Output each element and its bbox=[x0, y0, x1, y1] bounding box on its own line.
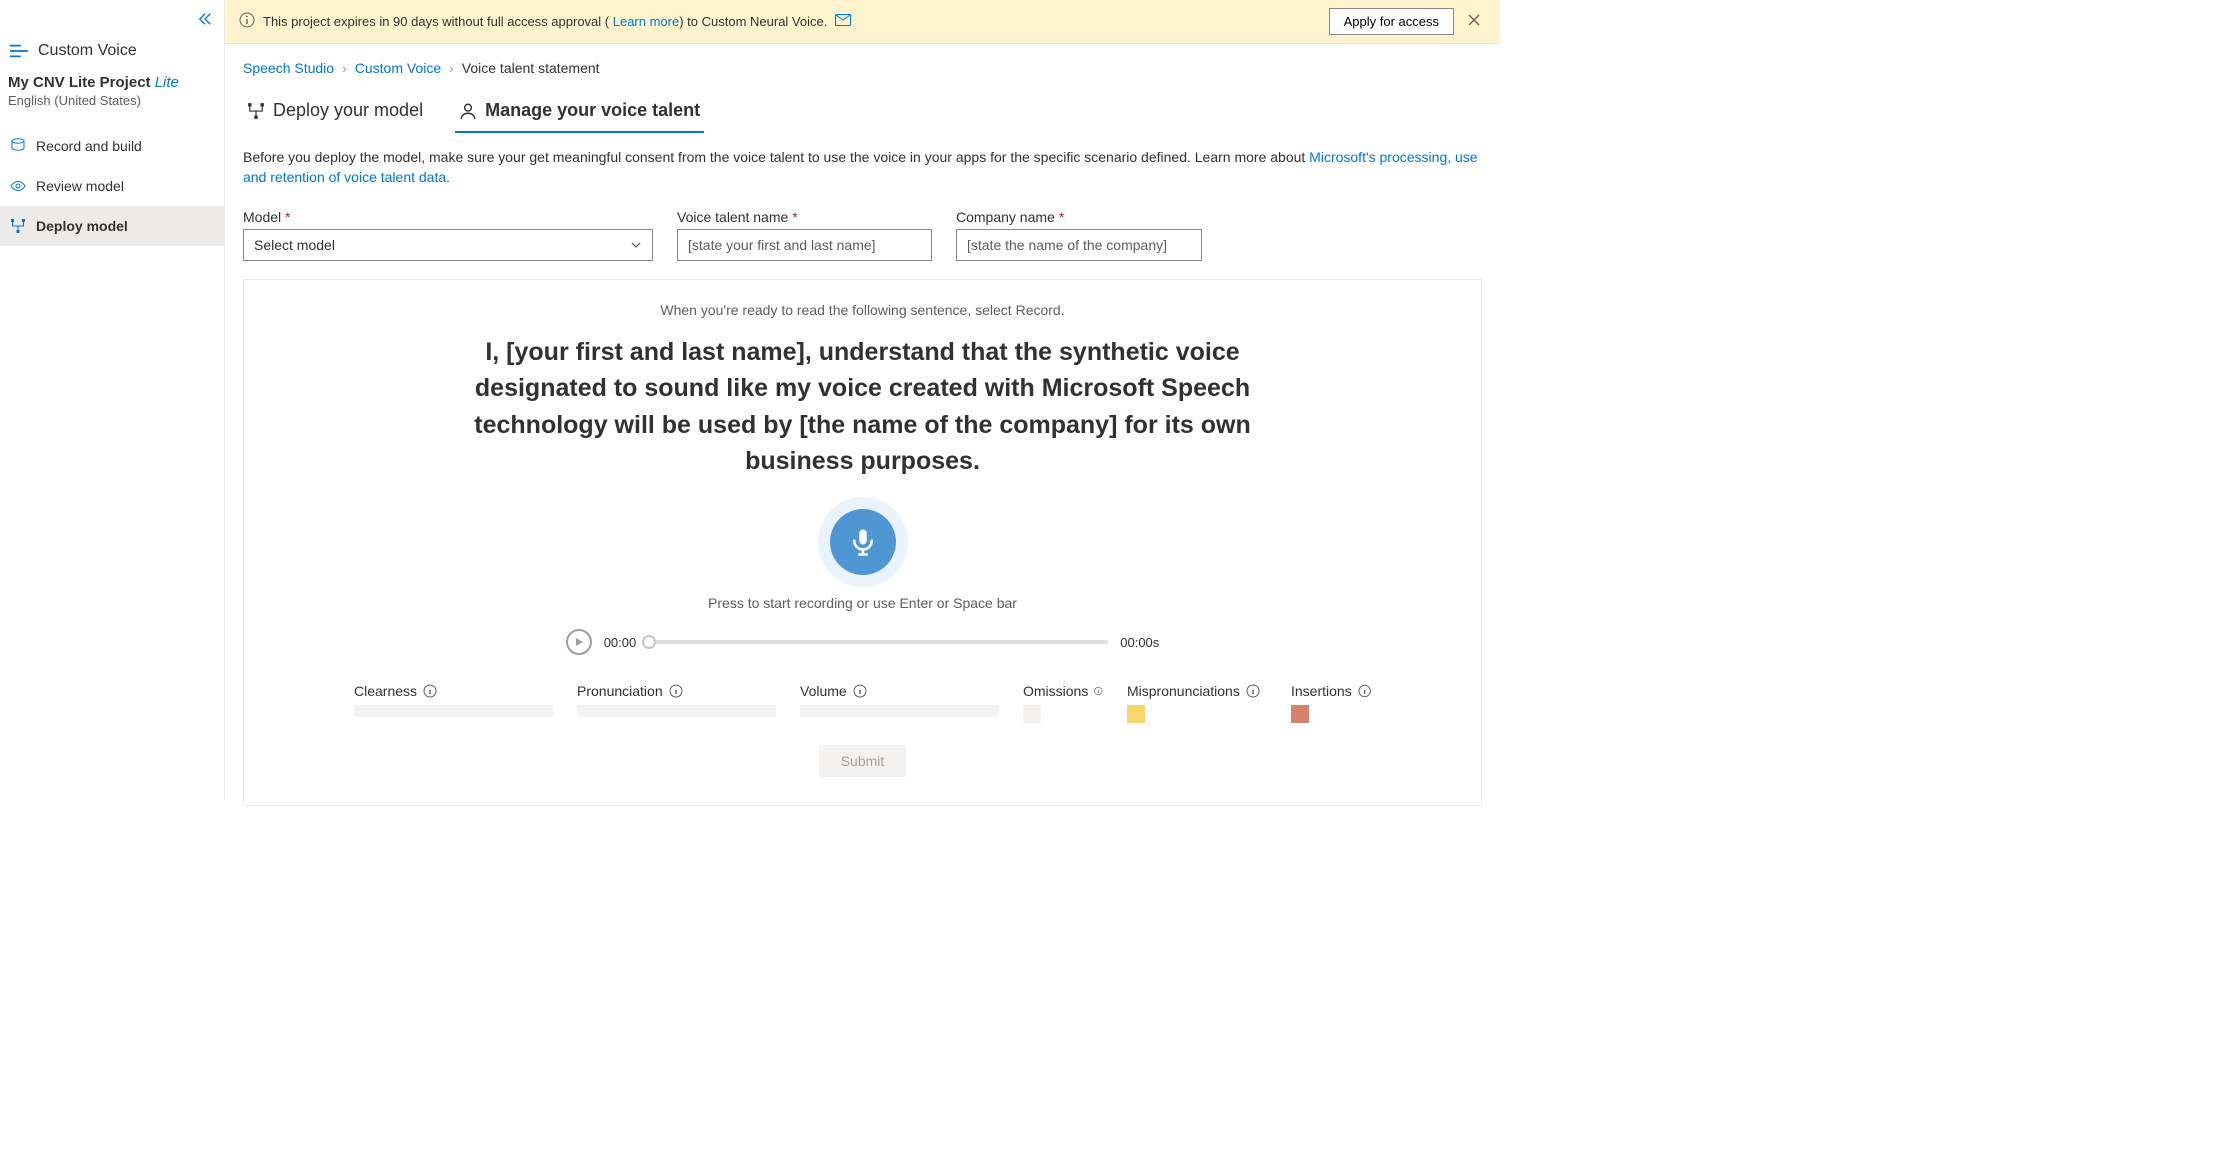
banner-text: This project expires in 90 days without … bbox=[263, 14, 827, 29]
left-sidebar: Custom Voice My CNV Lite Project Lite En… bbox=[0, 0, 225, 800]
voice-talent-name-input[interactable] bbox=[677, 229, 932, 261]
tab-manage-voice-talent[interactable]: Manage your voice talent bbox=[455, 94, 704, 133]
mic-halo bbox=[818, 497, 908, 587]
model-label: Model * bbox=[243, 209, 653, 225]
play-button[interactable] bbox=[566, 629, 592, 655]
sidebar-app-header[interactable]: Custom Voice bbox=[0, 26, 224, 74]
breadcrumb: Speech Studio › Custom Voice › Voice tal… bbox=[243, 56, 1482, 94]
sidebar-app-title: Custom Voice bbox=[38, 42, 137, 60]
crumb-root[interactable]: Speech Studio bbox=[243, 60, 334, 76]
microphone-icon bbox=[848, 527, 878, 557]
metric-swatch bbox=[1291, 705, 1309, 723]
nav-item-label: Record and build bbox=[36, 138, 142, 154]
project-tier-badge: Lite bbox=[155, 74, 179, 91]
info-icon[interactable] bbox=[1358, 684, 1371, 698]
tab-label: Deploy your model bbox=[273, 100, 423, 121]
metric-swatch bbox=[1127, 705, 1145, 723]
metric-mispronunciations: Mispronunciations bbox=[1127, 683, 1267, 723]
voice-talent-name-field: Voice talent name * bbox=[677, 209, 932, 261]
info-icon[interactable] bbox=[1094, 684, 1103, 698]
nav-item-label: Deploy model bbox=[36, 218, 128, 234]
nav-item-label: Review model bbox=[36, 178, 124, 194]
close-icon bbox=[1468, 14, 1480, 26]
playback-slider[interactable] bbox=[648, 640, 1108, 644]
banner-learn-more-link[interactable]: Learn more bbox=[613, 14, 679, 29]
metric-swatch bbox=[1023, 705, 1041, 723]
voice-talent-name-label: Voice talent name * bbox=[677, 209, 932, 225]
tab-label: Manage your voice talent bbox=[485, 100, 700, 121]
mail-icon[interactable] bbox=[835, 14, 851, 29]
tab-deploy-model[interactable]: Deploy your model bbox=[243, 94, 427, 133]
statement-body: I, [your first and last name], understan… bbox=[473, 334, 1253, 479]
metric-bar bbox=[577, 705, 776, 717]
page-description: Before you deploy the model, make sure y… bbox=[243, 148, 1482, 187]
apply-for-access-button[interactable]: Apply for access bbox=[1329, 8, 1454, 35]
project-title: My CNV Lite Project Lite bbox=[0, 74, 224, 93]
nav-deploy-model[interactable]: Deploy model bbox=[0, 206, 224, 246]
crumb-sep: › bbox=[342, 60, 347, 76]
submit-button[interactable]: Submit bbox=[819, 745, 907, 777]
metric-insertions: Insertions bbox=[1291, 683, 1371, 723]
network-icon bbox=[247, 102, 265, 120]
banner-close-button[interactable] bbox=[1462, 10, 1486, 33]
model-select-value: Select model bbox=[254, 237, 335, 253]
person-icon bbox=[459, 102, 477, 120]
info-icon[interactable] bbox=[423, 684, 437, 698]
chevron-double-left-icon bbox=[198, 12, 212, 26]
company-name-field: Company name * bbox=[956, 209, 1202, 261]
company-name-input[interactable] bbox=[956, 229, 1202, 261]
metric-volume: Volume bbox=[800, 683, 999, 723]
collapse-sidebar-button[interactable] bbox=[0, 8, 224, 26]
crumb-current: Voice talent statement bbox=[462, 60, 600, 76]
metric-bar bbox=[354, 705, 553, 717]
speech-metrics: Clearness Pronunciation Volume bbox=[284, 683, 1441, 745]
company-name-label: Company name * bbox=[956, 209, 1202, 225]
access-warning-banner: This project expires in 90 days without … bbox=[225, 0, 1500, 44]
chevron-down-icon bbox=[630, 239, 642, 251]
metric-omissions: Omissions bbox=[1023, 683, 1103, 723]
info-icon[interactable] bbox=[853, 684, 867, 698]
statement-hint: When you're ready to read the following … bbox=[284, 302, 1441, 318]
nav-record-and-build[interactable]: Record and build bbox=[0, 126, 224, 166]
play-icon bbox=[574, 637, 584, 647]
info-icon[interactable] bbox=[1246, 684, 1260, 698]
menu-list-icon bbox=[10, 44, 28, 58]
model-field: Model * Select model bbox=[243, 209, 653, 261]
form-row: Model * Select model Voice talent name *… bbox=[243, 209, 1482, 261]
nav-review-model[interactable]: Review model bbox=[0, 166, 224, 206]
playback-controls: 00:00 00:00s bbox=[284, 629, 1441, 655]
statement-panel: When you're ready to read the following … bbox=[243, 279, 1482, 806]
playback-position: 00:00 bbox=[604, 635, 637, 650]
record-hint: Press to start recording or use Enter or… bbox=[284, 595, 1441, 611]
metric-pronunciation: Pronunciation bbox=[577, 683, 776, 723]
metric-clearness: Clearness bbox=[354, 683, 553, 723]
crumb-sep: › bbox=[449, 60, 454, 76]
project-language: English (United States) bbox=[0, 93, 224, 126]
info-icon[interactable] bbox=[669, 684, 683, 698]
crumb-project[interactable]: Custom Voice bbox=[355, 60, 441, 76]
page-tabs: Deploy your model Manage your voice tale… bbox=[243, 94, 1482, 134]
record-button[interactable] bbox=[830, 509, 896, 575]
playback-duration: 00:00s bbox=[1120, 635, 1159, 650]
network-icon bbox=[10, 218, 26, 234]
main-content: This project expires in 90 days without … bbox=[225, 0, 1500, 800]
eye-icon bbox=[10, 178, 26, 194]
project-name: My CNV Lite Project bbox=[8, 74, 151, 91]
database-icon bbox=[10, 138, 26, 154]
info-icon bbox=[239, 12, 255, 31]
metric-bar bbox=[800, 705, 999, 717]
model-select[interactable]: Select model bbox=[243, 229, 653, 261]
slider-thumb[interactable] bbox=[642, 635, 656, 649]
